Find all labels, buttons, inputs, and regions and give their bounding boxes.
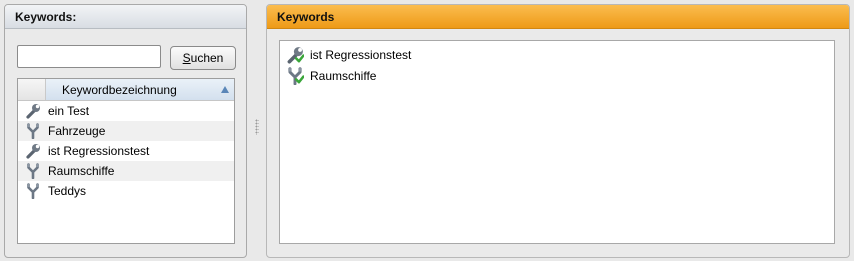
fork-icon <box>18 183 48 199</box>
table-row[interactable]: Teddys <box>18 181 234 201</box>
wrench-check-icon <box>280 46 310 64</box>
table-row[interactable]: Fahrzeuge <box>18 121 234 141</box>
assigned-keywords-panel: Keywords ist Regressionstest Raumschiffe <box>266 4 850 258</box>
splitter-handle[interactable] <box>255 119 259 135</box>
row-label: Fahrzeuge <box>48 124 106 138</box>
fork-icon <box>18 163 48 179</box>
keyword-table: Keywordbezeichnung ein Test Fahrzeuge is… <box>17 78 235 244</box>
search-button[interactable]: Suchen <box>170 46 236 70</box>
table-row[interactable]: ist Regressionstest <box>18 141 234 161</box>
panel-title: Keywords: <box>5 5 246 29</box>
list-item-label: ist Regressionstest <box>310 47 412 62</box>
search-button-mnemonic: S <box>182 51 191 65</box>
table-header: Keywordbezeichnung <box>18 79 234 101</box>
list-item-label: Raumschiffe <box>310 68 377 83</box>
icon-column-header[interactable] <box>18 79 46 100</box>
panel-title: Keywords <box>267 5 849 29</box>
sort-ascending-icon <box>221 86 229 93</box>
fork-icon <box>18 123 48 139</box>
list-item[interactable]: ist Regressionstest <box>280 44 834 65</box>
wrench-icon <box>18 103 48 119</box>
row-label: Raumschiffe <box>48 164 115 178</box>
list-item[interactable]: Raumschiffe <box>280 65 834 86</box>
assigned-keyword-list: ist Regressionstest Raumschiffe <box>279 40 835 244</box>
column-header-label: Keywordbezeichnung <box>62 83 177 97</box>
fork-check-icon <box>280 67 310 85</box>
keywords-search-panel: Keywords: Suchen Keywordbezeichnung ein … <box>4 4 247 258</box>
row-label: ein Test <box>48 104 90 118</box>
table-body: ein Test Fahrzeuge ist Regressionstest R… <box>18 101 234 201</box>
column-header-keywordbezeichnung[interactable]: Keywordbezeichnung <box>46 79 234 100</box>
wrench-icon <box>18 143 48 159</box>
row-label: ist Regressionstest <box>48 144 150 158</box>
search-input[interactable] <box>17 45 161 68</box>
table-row[interactable]: ein Test <box>18 101 234 121</box>
row-label: Teddys <box>48 184 87 198</box>
table-row[interactable]: Raumschiffe <box>18 161 234 181</box>
search-button-label: uchen <box>190 51 224 65</box>
